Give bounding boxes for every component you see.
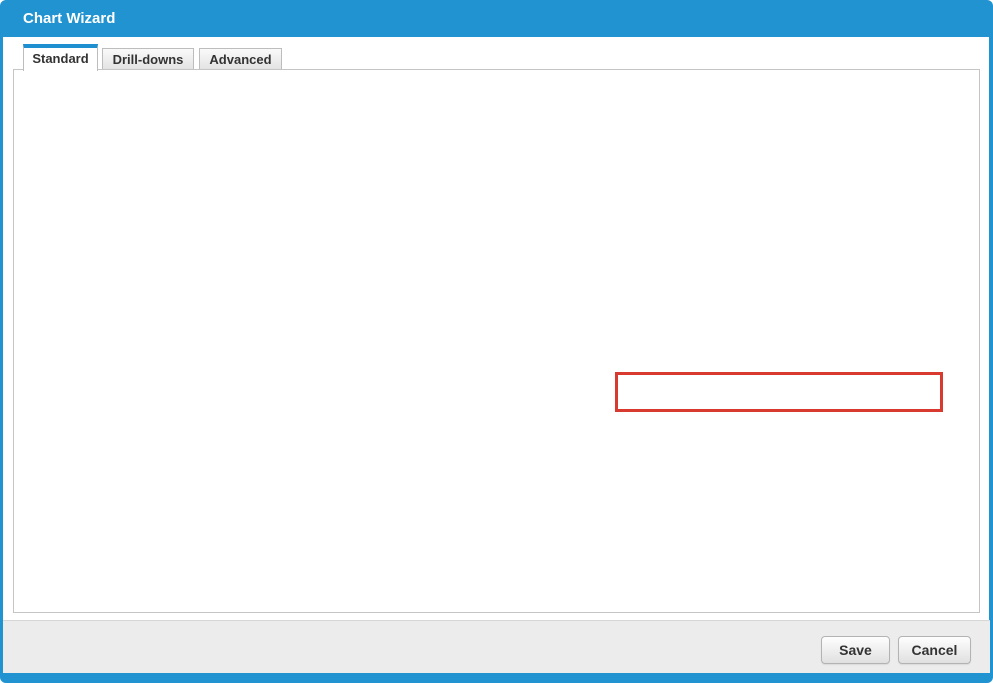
tab-advanced-label: Advanced [209,52,271,67]
standard-tab-panel [13,69,980,613]
tab-standard-label: Standard [32,51,88,66]
tab-drill-downs[interactable]: Drill-downs [102,48,194,70]
tab-standard[interactable]: Standard [23,44,98,71]
tab-advanced[interactable]: Advanced [199,48,282,70]
dialog-title: Chart Wizard [23,10,115,27]
chart-wizard-dialog: Chart Wizard Standard Drill-downs Advanc… [0,0,993,683]
dialog-frame: Chart Wizard Standard Drill-downs Advanc… [0,0,993,683]
cancel-button[interactable]: Cancel [898,636,971,664]
titlebar[interactable]: Chart Wizard [0,0,993,37]
tab-drill-downs-label: Drill-downs [113,52,184,67]
save-button[interactable]: Save [821,636,890,664]
